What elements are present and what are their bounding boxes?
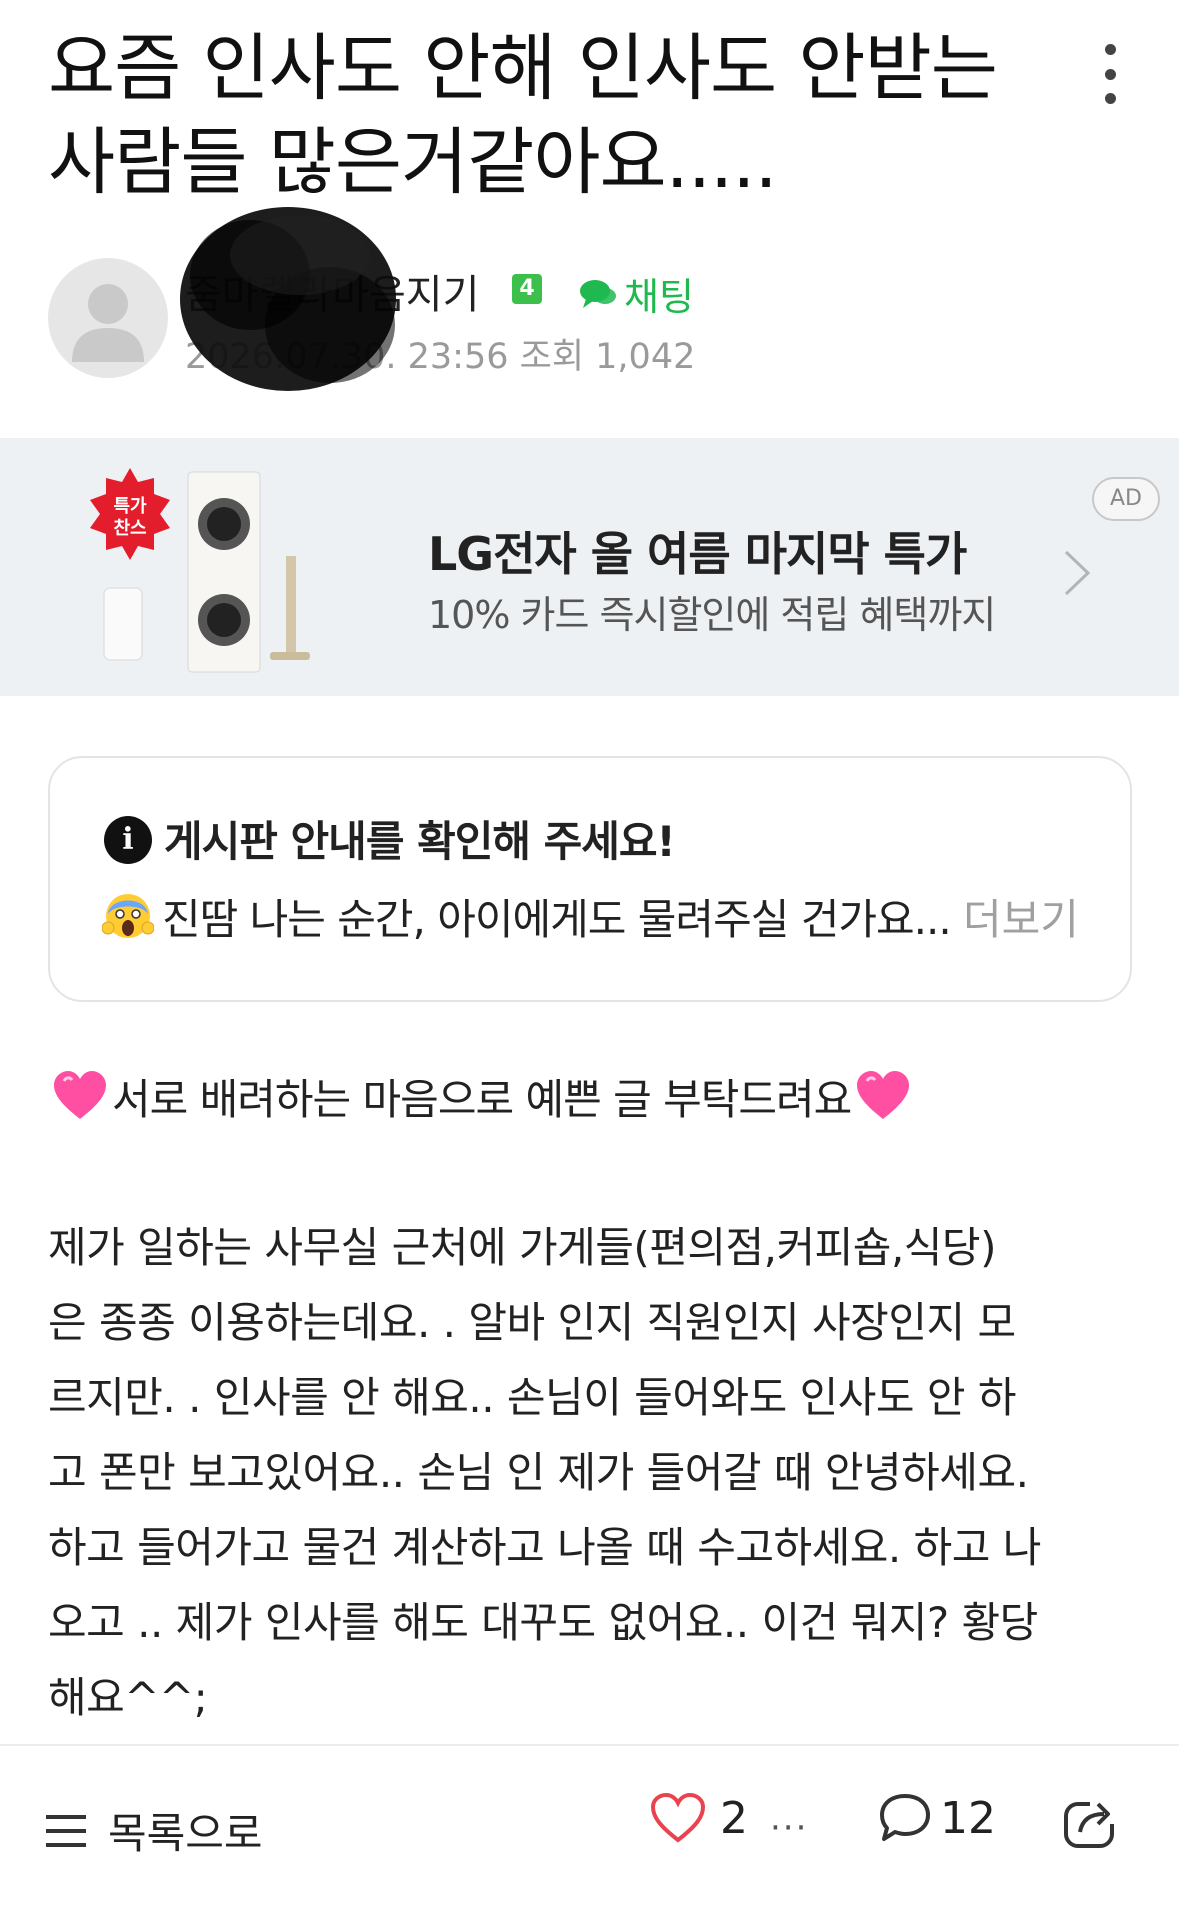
- greeting-text: 서로 배려하는 마음으로 예쁜 글 부탁드려요: [112, 1075, 852, 1124]
- chat-button[interactable]: 채팅: [578, 266, 694, 321]
- back-to-list-label: 목록으로: [108, 1809, 263, 1858]
- avatar[interactable]: [48, 258, 168, 378]
- notice-more-link[interactable]: 더보기: [963, 886, 1079, 947]
- pink-heart-icon: [54, 1070, 106, 1119]
- info-icon: i: [104, 816, 152, 864]
- comment-count: 12: [940, 1792, 996, 1844]
- like-button[interactable]: 2: [650, 1792, 748, 1844]
- ad-title: LG전자 올 여름 마지막 특가: [428, 527, 967, 581]
- ad-product-image: 특가 찬스: [90, 468, 310, 673]
- redaction-scribble: [180, 207, 396, 391]
- comment-icon: [880, 1794, 930, 1841]
- notice-text: 진땀 나는 순간, 아이에게도 물려주실 건가요...: [162, 895, 952, 944]
- default-user-icon: [72, 284, 144, 362]
- dot-icon: [1104, 44, 1116, 55]
- chat-label: 채팅: [624, 275, 694, 319]
- ad-subtitle: 10% 카드 즉시할인에 적립 혜택까지: [428, 593, 996, 637]
- post-body: 제가 일하는 사무실 근처에 가게들(편의점,커피숍,식당) 은 종종 이용하는…: [48, 1223, 1041, 1722]
- screaming-face-icon: [102, 894, 154, 938]
- level-badge: 4: [512, 274, 542, 304]
- notice-title: 게시판 안내를 확인해 주세요!: [164, 817, 676, 866]
- board-notice-card[interactable]: [48, 756, 1132, 1002]
- post-title: 요즘 인사도 안해 인사도 안받는 사람들 많은거같아요.....: [48, 26, 998, 205]
- svg-text:찬스: 찬스: [113, 518, 146, 539]
- dot-icon: [1104, 68, 1116, 80]
- back-to-list-button[interactable]: 목록으로: [46, 1800, 263, 1861]
- pink-heart-icon: [857, 1070, 910, 1119]
- heart-outline-icon: [650, 1792, 706, 1843]
- more-options-button[interactable]: [1090, 44, 1130, 104]
- chat-bubble-icon: [580, 279, 616, 308]
- dot-icon: [1104, 93, 1116, 104]
- share-icon[interactable]: [1060, 1792, 1120, 1852]
- ad-badge: AD: [1092, 477, 1160, 521]
- greeting-line: 서로 배려하는 마음으로 예쁜 글 부탁드려요: [52, 1066, 911, 1127]
- like-count: 2: [720, 1792, 748, 1844]
- likes-more-button[interactable]: ···: [770, 1808, 808, 1848]
- list-icon: [46, 1814, 86, 1847]
- svg-text:특가: 특가: [113, 496, 147, 517]
- comment-button[interactable]: 12: [878, 1792, 996, 1844]
- chevron-right-icon[interactable]: [1062, 548, 1092, 598]
